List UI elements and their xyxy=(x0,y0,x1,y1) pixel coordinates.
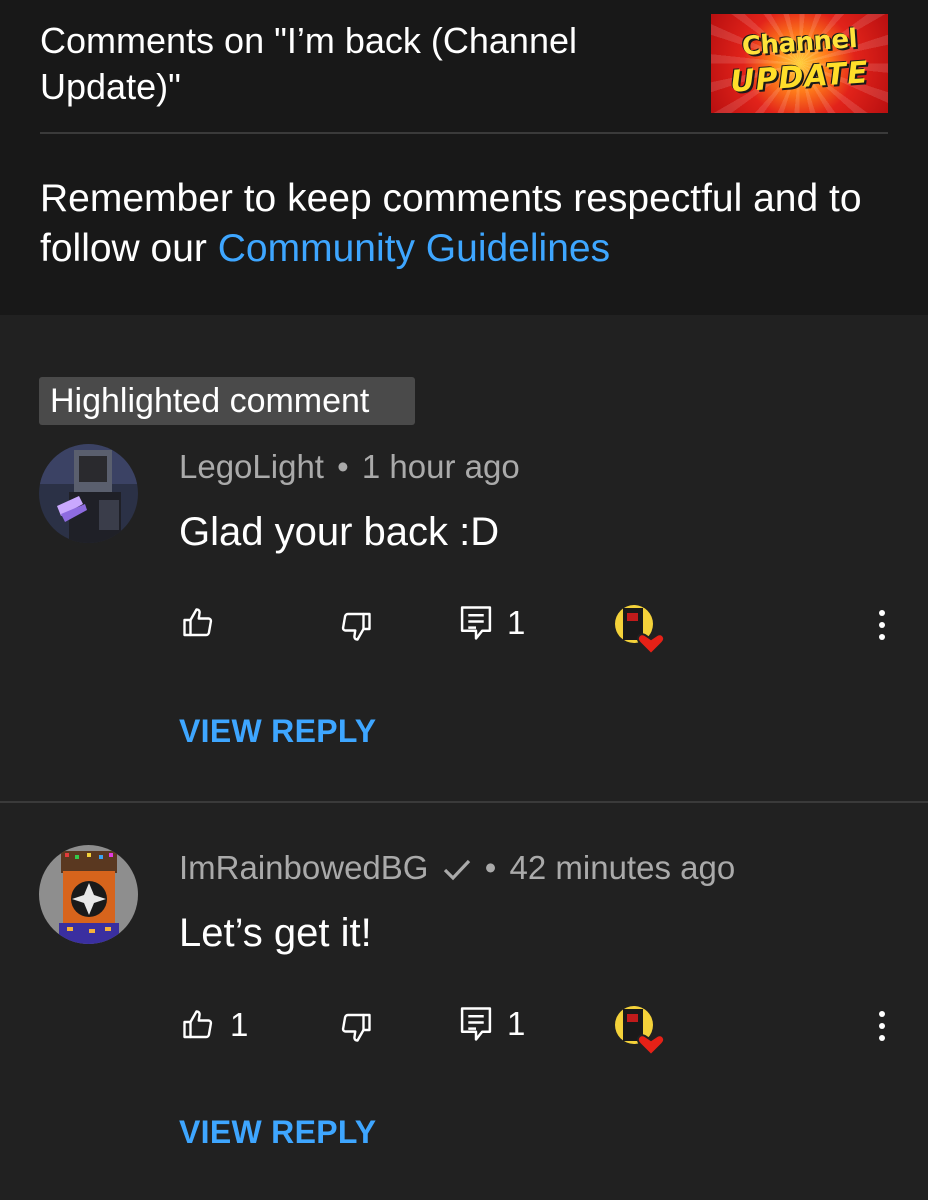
heart-icon xyxy=(636,1034,666,1057)
reply-button[interactable]: 1 xyxy=(459,1005,525,1043)
reply-button[interactable]: 1 xyxy=(459,604,525,642)
comment-time: 1 hour ago xyxy=(361,448,520,485)
thumbs-up-icon xyxy=(183,608,213,637)
more-vert-icon xyxy=(879,1011,885,1041)
creator-heart xyxy=(614,604,666,656)
view-reply-button[interactable]: VIEW REPLY xyxy=(179,713,376,750)
author-name[interactable]: LegoLight xyxy=(179,448,324,485)
like-count: 1 xyxy=(230,1006,249,1043)
reply-count: 1 xyxy=(507,1005,526,1042)
comment-meta: LegoLight • 1 hour ago xyxy=(179,448,520,486)
meta-separator: • xyxy=(337,448,349,485)
meta-separator: • xyxy=(484,849,497,886)
author-name[interactable]: ImRainbowedBG xyxy=(179,849,428,886)
reply-count: 1 xyxy=(507,604,526,641)
more-vert-icon xyxy=(879,610,885,640)
comment-text: Glad your back :D xyxy=(179,510,500,554)
creator-heart xyxy=(614,1005,666,1057)
thumbs-up-icon xyxy=(183,1010,213,1039)
avatar[interactable] xyxy=(39,444,138,543)
comment-item: ImRainbowedBG • 42 minutes ago Let’s get… xyxy=(0,0,928,1150)
like-button[interactable]: 1 xyxy=(180,1006,248,1044)
comment-divider xyxy=(0,801,928,803)
comment-time: 42 minutes ago xyxy=(509,849,736,886)
comment-text: Let’s get it! xyxy=(179,911,372,955)
like-button[interactable] xyxy=(180,605,230,641)
comment-meta: ImRainbowedBG • 42 minutes ago xyxy=(179,849,735,887)
thumbs-down-icon xyxy=(341,1013,371,1042)
thumbs-down-icon xyxy=(341,612,371,641)
dislike-button[interactable] xyxy=(338,608,374,644)
more-options-button[interactable] xyxy=(868,1006,896,1046)
avatar[interactable] xyxy=(39,845,138,944)
dislike-button[interactable] xyxy=(338,1009,374,1045)
heart-icon xyxy=(636,633,666,656)
reply-icon xyxy=(460,1007,492,1041)
more-options-button[interactable] xyxy=(868,605,896,645)
verified-check-icon xyxy=(443,860,470,881)
view-reply-button[interactable]: VIEW REPLY xyxy=(179,1114,376,1151)
reply-icon xyxy=(460,606,492,640)
